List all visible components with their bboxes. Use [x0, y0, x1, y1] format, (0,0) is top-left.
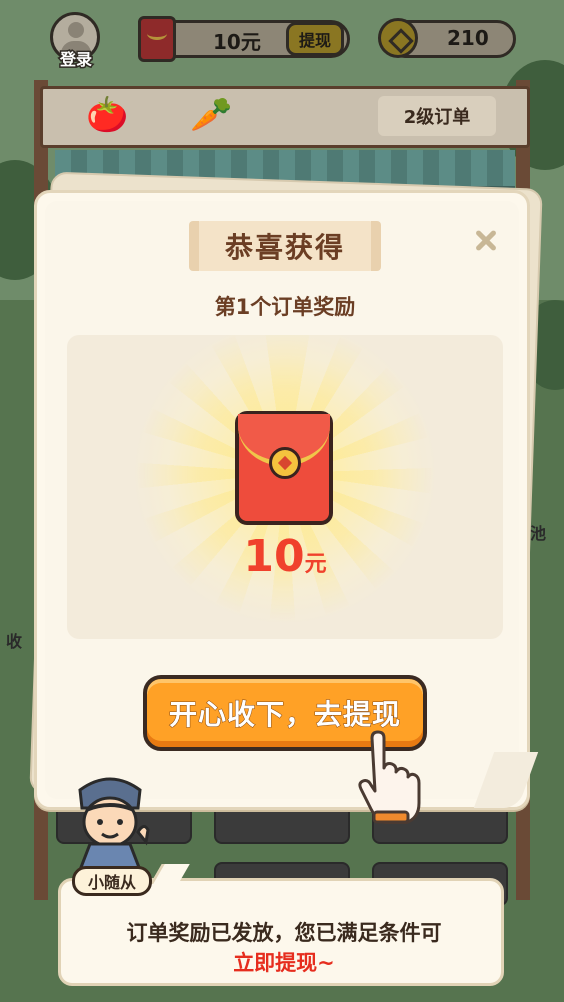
tap-hand-icon — [358, 730, 421, 824]
reward-amount: 10元 — [67, 531, 503, 582]
reward-panel: 10元 — [67, 335, 503, 639]
red-packet-icon — [235, 411, 333, 525]
red-packet-seal — [269, 447, 301, 479]
modal-subtitle: 第1个订单奖励 — [214, 295, 356, 319]
modal-title: 恭喜获得 — [224, 231, 345, 264]
title-banner: 恭喜获得 — [189, 221, 381, 271]
assistant-message-line2: 立即提现~ — [233, 951, 335, 975]
assistant-character — [78, 777, 150, 870]
reward-amount-unit: 元 — [304, 552, 327, 577]
reward-modal: 恭喜获得 第1个订单奖励 10元 开心收下，去提现 — [34, 190, 530, 810]
reward-amount-value: 10 — [243, 531, 305, 582]
assistant-name-tag: 小随从 — [72, 866, 152, 896]
assistant-message-line1: 订单奖励已发放，您已满足条件可 — [126, 921, 442, 945]
accept-button-label: 开心收下，去提现 — [168, 698, 401, 732]
close-icon[interactable] — [469, 223, 503, 257]
